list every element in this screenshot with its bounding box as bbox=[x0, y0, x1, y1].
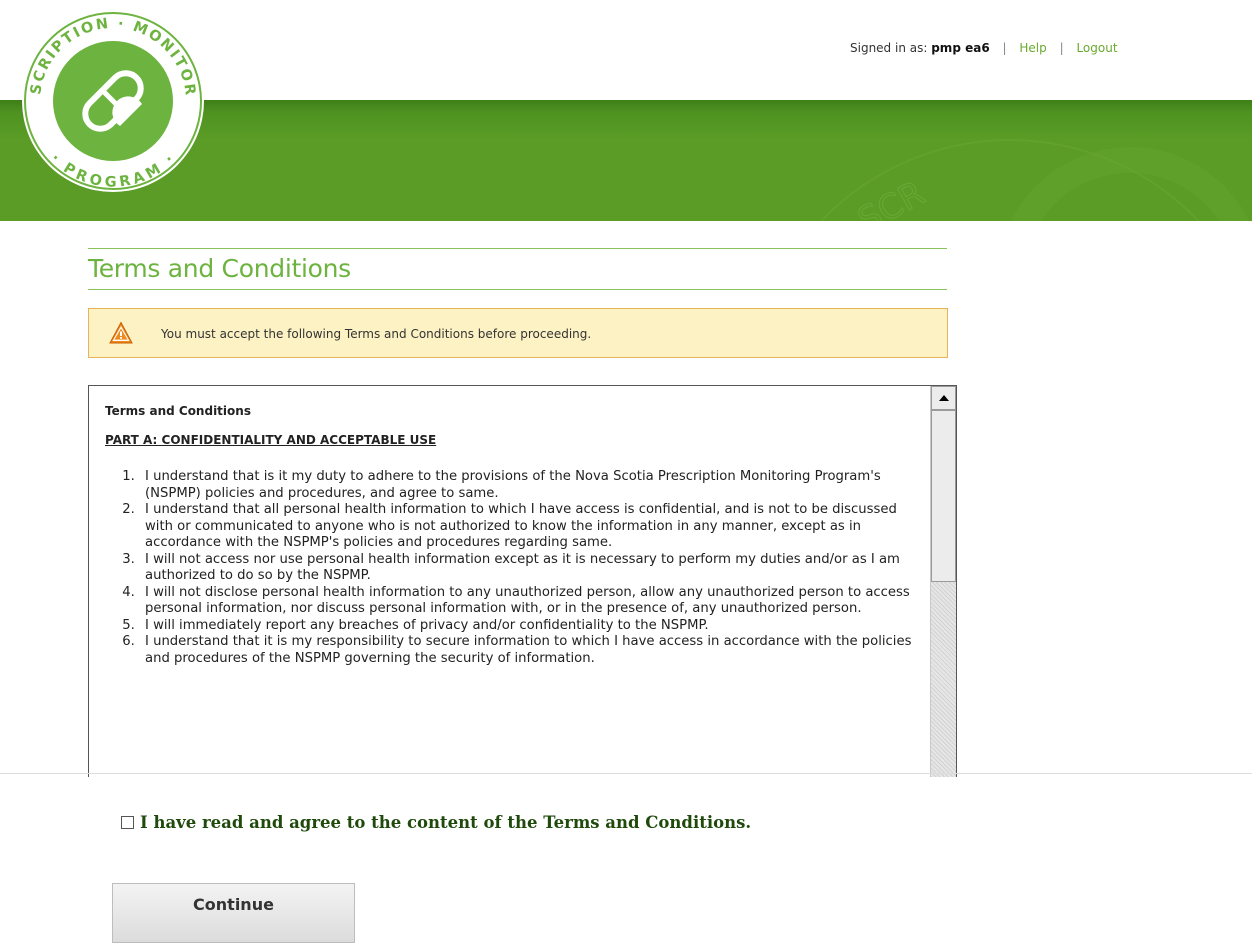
terms-item: I will immediately report any breaches o… bbox=[139, 618, 925, 635]
program-logo: PRESCRIPTION · MONITORING · PROGRAM · bbox=[20, 8, 204, 192]
agree-checkbox[interactable] bbox=[121, 816, 134, 829]
band-watermark: SCR bbox=[852, 173, 932, 221]
terms-item: I understand that it is my responsibilit… bbox=[139, 634, 925, 667]
terms-item: I understand that is it my duty to adher… bbox=[139, 469, 925, 502]
terms-heading: Terms and Conditions bbox=[105, 404, 251, 418]
separator: | bbox=[1002, 41, 1007, 55]
agree-label[interactable]: I have read and agree to the content of … bbox=[140, 813, 751, 832]
account-bar: Signed in as: pmp ea6 | Help | Logout bbox=[850, 41, 1118, 55]
warning-icon bbox=[109, 321, 133, 344]
continue-button[interactable]: Continue bbox=[112, 883, 355, 943]
warning-banner: You must accept the following Terms and … bbox=[88, 308, 948, 358]
logout-link[interactable]: Logout bbox=[1076, 41, 1117, 55]
signed-in-user: pmp ea6 bbox=[931, 41, 990, 55]
terms-item: I understand that all personal health in… bbox=[139, 502, 925, 552]
signed-in-label: Signed in as: bbox=[850, 41, 928, 55]
terms-scroll-box[interactable]: Terms and Conditions PART A: CONFIDENTIA… bbox=[88, 385, 957, 777]
terms-part-a-heading: PART A: CONFIDENTIALITY AND ACCEPTABLE U… bbox=[105, 433, 437, 447]
page-title: Terms and Conditions bbox=[88, 254, 351, 283]
title-rule-bottom bbox=[88, 289, 947, 290]
terms-item: I will not access nor use personal healt… bbox=[139, 552, 925, 585]
separator: | bbox=[1059, 41, 1064, 55]
warning-text: You must accept the following Terms and … bbox=[161, 327, 592, 341]
scroll-up-arrow-icon[interactable] bbox=[931, 386, 956, 410]
terms-list: I understand that is it my duty to adher… bbox=[105, 469, 925, 667]
terms-scrollbar[interactable] bbox=[930, 386, 956, 777]
terms-content: Terms and Conditions PART A: CONFIDENTIA… bbox=[105, 404, 925, 667]
title-rule-top bbox=[88, 248, 947, 249]
terms-item: I will not disclose personal health info… bbox=[139, 585, 925, 618]
page-fold-line bbox=[0, 773, 1252, 774]
scroll-thumb[interactable] bbox=[931, 410, 956, 582]
help-link[interactable]: Help bbox=[1019, 41, 1046, 55]
